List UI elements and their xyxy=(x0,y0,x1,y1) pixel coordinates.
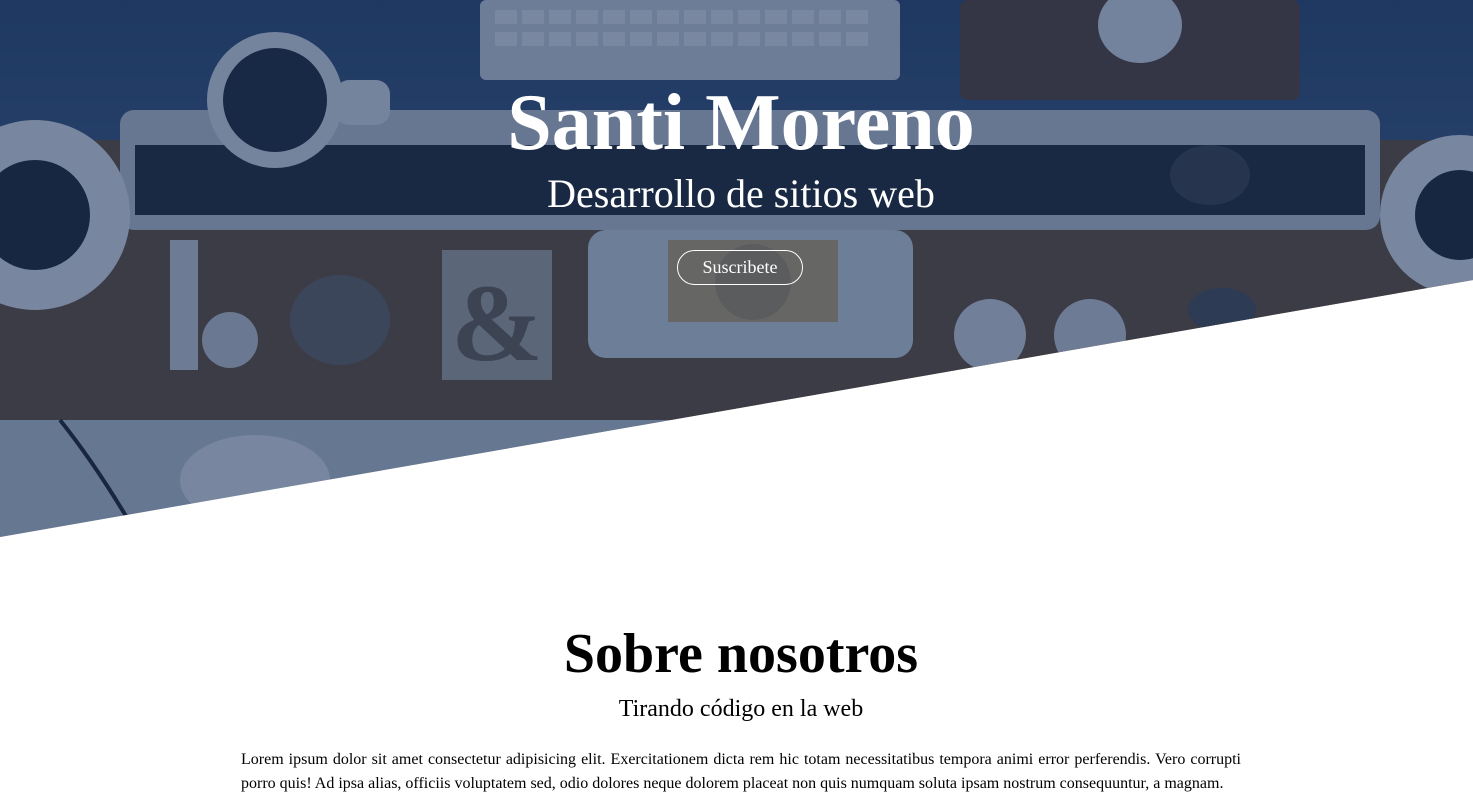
hero-section: & Santi Moreno Desarrollo de sitios web … xyxy=(0,0,1473,537)
subscribe-button[interactable]: Suscribete xyxy=(677,250,803,285)
site-tagline: Desarrollo de sitios web xyxy=(547,171,935,216)
about-subtitle: Tirando código en la web xyxy=(618,696,864,722)
about-title: Sobre nosotros xyxy=(563,623,919,685)
site-title: Santi Moreno xyxy=(507,79,975,167)
about-paragraph: Lorem ipsum dolor sit amet consectetur a… xyxy=(241,751,1241,792)
